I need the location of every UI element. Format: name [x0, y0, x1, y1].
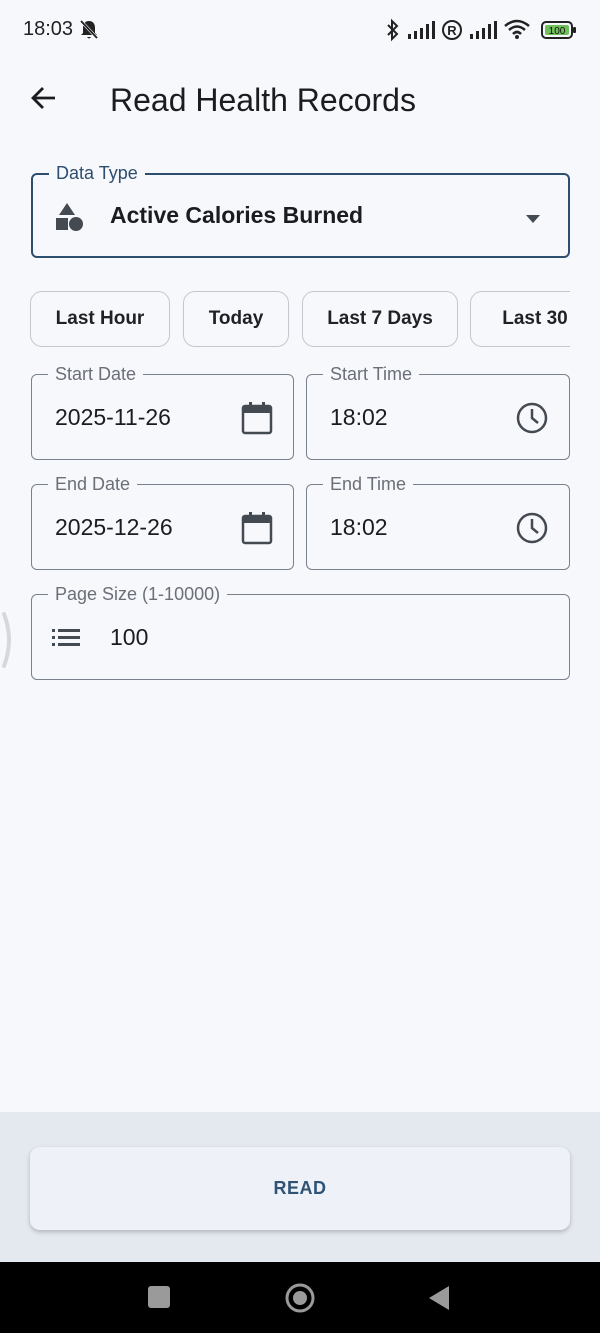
- start-time-field[interactable]: Start Time 18:02: [306, 363, 570, 460]
- wifi-icon: [503, 18, 531, 45]
- end-time-label: End Time: [323, 473, 414, 495]
- svg-text:R: R: [447, 23, 457, 38]
- edge-swipe-handle[interactable]: [0, 612, 14, 668]
- end-date-field[interactable]: End Date 2025-12-26: [31, 473, 294, 570]
- page-size-field[interactable]: Page Size (1-10000) 100: [31, 583, 570, 680]
- page-size-value: 100: [110, 624, 149, 650]
- chip-last-7-days[interactable]: Last 7 Days: [302, 291, 458, 347]
- battery-icon: 100: [541, 20, 577, 45]
- page-size-label: Page Size (1-10000): [48, 583, 228, 605]
- recents-icon[interactable]: [147, 1285, 171, 1314]
- home-icon[interactable]: [284, 1282, 316, 1319]
- clock-icon[interactable]: [515, 511, 549, 550]
- calendar-icon[interactable]: [241, 511, 273, 550]
- end-date-value: 2025-12-26: [55, 514, 173, 540]
- data-type-label: Data Type: [49, 162, 145, 184]
- app-bar: Read Health Records: [0, 60, 600, 140]
- start-date-label: Start Date: [48, 363, 144, 385]
- chip-today[interactable]: Today: [183, 291, 289, 347]
- chip-last-hour[interactable]: Last Hour: [30, 291, 170, 347]
- start-time-label: Start Time: [323, 363, 420, 385]
- start-date-field[interactable]: Start Date 2025-11-26: [31, 363, 294, 460]
- back-button[interactable]: [22, 80, 64, 120]
- status-time: 18:03: [23, 18, 74, 40]
- registered-icon: R: [441, 19, 463, 46]
- list-icon: [52, 627, 82, 652]
- range-chips: Last Hour Today Last 7 Days Last 30: [30, 291, 570, 349]
- page-title: Read Health Records: [110, 82, 416, 118]
- bluetooth-icon: [385, 18, 401, 47]
- signal-icon: [406, 20, 436, 45]
- signal-icon: [468, 20, 498, 45]
- shapes-icon: [53, 201, 85, 238]
- chip-last-30-days[interactable]: Last 30: [470, 291, 570, 347]
- end-time-value: 18:02: [330, 514, 388, 540]
- data-type-value: Active Calories Burned: [110, 202, 364, 228]
- back-nav-icon[interactable]: [427, 1285, 451, 1316]
- dropdown-arrow-icon: [525, 211, 541, 229]
- data-type-dropdown[interactable]: Data Type Active Calories Burned: [31, 162, 570, 258]
- end-time-field[interactable]: End Time 18:02: [306, 473, 570, 570]
- status-bar: 18:03 R 100: [0, 0, 600, 60]
- calendar-icon[interactable]: [241, 401, 273, 440]
- end-date-label: End Date: [48, 473, 138, 495]
- clock-icon[interactable]: [515, 401, 549, 440]
- read-button[interactable]: READ: [30, 1147, 570, 1230]
- arrow-back-icon: [29, 84, 57, 117]
- start-date-value: 2025-11-26: [55, 404, 171, 430]
- start-time-value: 18:02: [330, 404, 388, 430]
- bell-off-icon: [79, 19, 99, 46]
- battery-level: 100: [549, 26, 566, 37]
- navigation-bar: [0, 1262, 600, 1333]
